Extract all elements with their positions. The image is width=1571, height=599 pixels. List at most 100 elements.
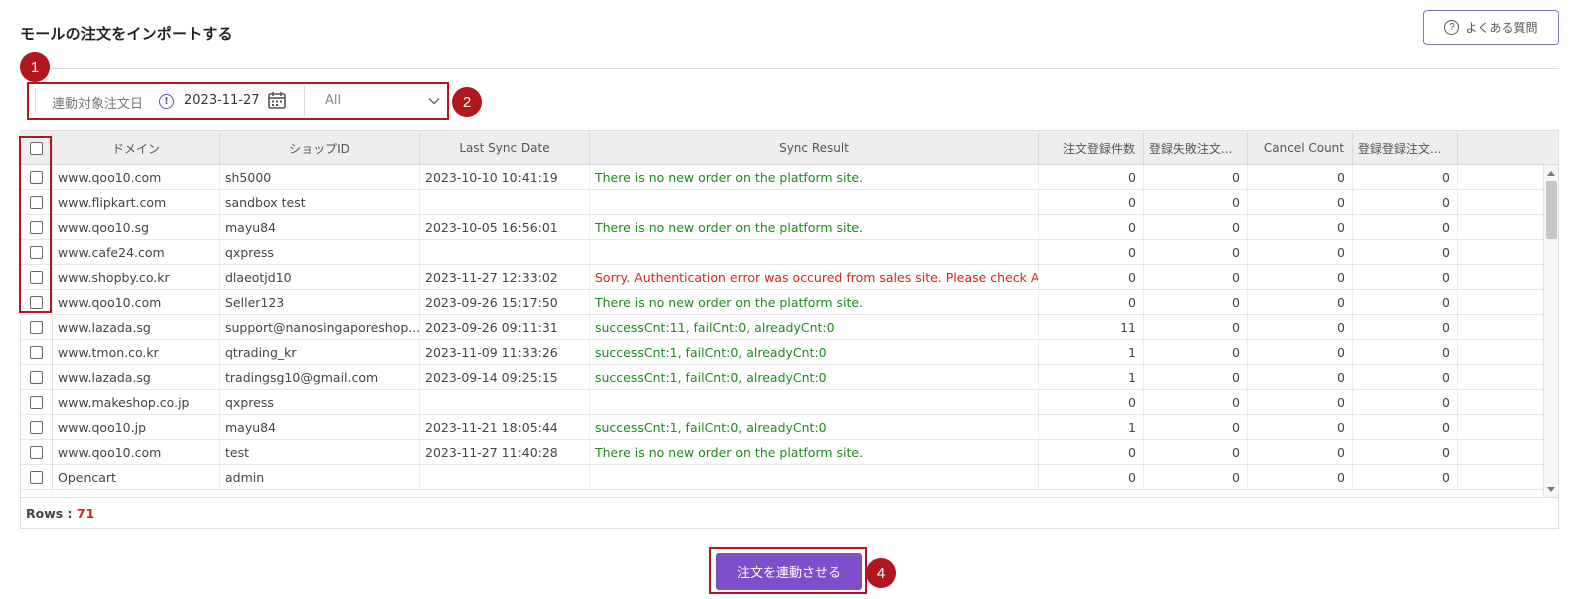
row-checkbox[interactable] [30,446,43,459]
cell-failed-count: 0 [1144,240,1248,265]
row-checkbox[interactable] [30,371,43,384]
row-checkbox[interactable] [30,321,43,334]
calendar-icon[interactable] [267,90,287,110]
cell-last-sync-date: 2023-10-05 16:56:01 [420,215,590,240]
cell-sync-result: successCnt:1, failCnt:0, alreadyCnt:0 [590,340,1039,365]
col-registered-orders[interactable]: 登録登録注文... [1353,131,1458,165]
cell-failed-count: 0 [1144,215,1248,240]
cell-cancel-count: 0 [1248,440,1353,465]
cell-registered-count: 0 [1039,265,1144,290]
table-row[interactable]: www.qoo10.com Seller123 2023-09-26 15:17:5… [21,290,1543,315]
table-row[interactable]: www.tmon.co.kr qtrading_kr 2023-11-09 11:3… [21,340,1543,365]
row-checkbox[interactable] [30,346,43,359]
col-failed-count[interactable]: 登録失敗注文... [1144,131,1248,165]
table-row[interactable]: www.qoo10.jp mayu84 2023-11-21 18:05:44 suc… [21,415,1543,440]
cell-sync-result [590,390,1039,415]
cell-domain: www.tmon.co.kr [53,340,220,365]
rows-label: Rows : 71 [26,506,94,521]
cell-shop-id: dlaeotjd10 [220,265,420,290]
row-checkbox-cell [21,440,53,465]
cell-cancel-count: 0 [1248,340,1353,365]
cell-domain: www.lazada.sg [53,315,220,340]
date-filter-label: 連動対象注文日 [52,97,144,112]
cell-last-sync-date: 2023-11-27 11:40:28 [420,440,590,465]
cell-cancel-count: 0 [1248,265,1353,290]
cell-last-sync-date: 2023-09-14 09:25:15 [420,365,590,390]
table-row[interactable]: www.qoo10.com sh5000 2023-10-10 10:41:19 Th… [21,165,1543,190]
step-badge-1: 1 [20,52,50,82]
col-registered-count[interactable]: 注文登録件数 [1039,131,1144,165]
cell-last-sync-date: 2023-10-10 10:41:19 [420,165,590,190]
order-sync-table: ドメイン ショップID Last Sync Date Sync Result 注… [20,130,1559,498]
table-row[interactable]: www.qoo10.com test 2023-11-27 11:40:28 Ther… [21,440,1543,465]
row-checkbox-cell [21,390,53,415]
sync-orders-button[interactable]: 注文を連動させる [716,553,862,590]
cell-failed-count: 0 [1144,315,1248,340]
cell-domain: www.shopby.co.kr [53,265,220,290]
rows-label-text: Rows : [26,506,77,521]
row-checkbox[interactable] [30,396,43,409]
cell-registered-orders: 0 [1353,215,1458,240]
cell-domain: www.flipkart.com [53,190,220,215]
col-sync-result[interactable]: Sync Result [590,131,1039,165]
cell-failed-count: 0 [1144,440,1248,465]
cell-domain: www.cafe24.com [53,240,220,265]
cell-cancel-count: 0 [1248,165,1353,190]
scroll-down-icon[interactable] [1547,487,1555,492]
table-row[interactable]: www.cafe24.com qxpress 0 0 0 0 [21,240,1543,265]
row-checkbox[interactable] [30,421,43,434]
cell-registered-orders: 0 [1353,440,1458,465]
table-header: ドメイン ショップID Last Sync Date Sync Result 注… [21,131,1558,165]
table-row[interactable]: www.shopby.co.kr dlaeotjd10 2023-11-27 12:… [21,265,1543,290]
cell-sync-result [590,465,1039,490]
row-checkbox-cell [21,465,53,490]
table-scrollbar[interactable] [1543,165,1558,497]
page-title: モールの注文をインポートする [20,25,233,43]
cell-sync-result [590,240,1039,265]
row-checkbox-cell [21,415,53,440]
faq-button[interactable]: ? よくある質問 [1423,10,1559,45]
step-badge-2: 2 [452,87,482,117]
row-checkbox[interactable] [30,471,43,484]
cell-registered-orders: 0 [1353,165,1458,190]
cell-registered-orders: 0 [1353,290,1458,315]
row-checkbox-cell [21,315,53,340]
table-row[interactable]: www.lazada.sg tradingsg10@gmail.com 2023-0… [21,365,1543,390]
table-row[interactable]: www.makeshop.co.jp qxpress 0 0 0 0 [21,390,1543,415]
checkbox-highlight [19,136,52,313]
cell-registered-count: 0 [1039,215,1144,240]
chevron-down-icon[interactable] [427,94,441,108]
info-icon[interactable]: ! [159,94,174,109]
col-shop-id[interactable]: ショップID [220,131,420,165]
scroll-thumb[interactable] [1546,181,1557,239]
scroll-up-icon[interactable] [1547,171,1555,176]
cell-shop-id: support@nanosingaporeshop.... [220,315,420,340]
cell-registered-orders: 0 [1353,390,1458,415]
col-cancel-count[interactable]: Cancel Count [1248,131,1353,165]
cell-sync-result: successCnt:11, failCnt:0, alreadyCnt:0 [590,315,1039,340]
mall-select[interactable]: All [325,93,341,108]
step-badge-4: 4 [866,558,896,588]
cell-shop-id: test [220,440,420,465]
cell-shop-id: Seller123 [220,290,420,315]
cell-domain: www.qoo10.com [53,440,220,465]
cell-registered-orders: 0 [1353,415,1458,440]
cell-cancel-count: 0 [1248,240,1353,265]
col-domain[interactable]: ドメイン [53,131,220,165]
col-last-sync-date[interactable]: Last Sync Date [420,131,590,165]
table-row[interactable]: www.qoo10.sg mayu84 2023-10-05 16:56:01 The… [21,215,1543,240]
table-row[interactable]: www.flipkart.com sandbox test 0 0 0 0 [21,190,1543,215]
cell-registered-count: 0 [1039,440,1144,465]
date-input[interactable]: 2023-11-27 [184,93,260,108]
cell-shop-id: sandbox test [220,190,420,215]
cell-registered-count: 0 [1039,465,1144,490]
table-row[interactable]: www.lazada.sg support@nanosingaporeshop..… [21,315,1543,340]
cell-sync-result: There is no new order on the platform si… [590,165,1039,190]
filter-separator [304,86,305,116]
table-row[interactable]: Opencart admin 0 0 0 0 [21,465,1543,490]
cell-sync-result: successCnt:1, failCnt:0, alreadyCnt:0 [590,415,1039,440]
row-checkbox-cell [21,365,53,390]
cell-shop-id: qtrading_kr [220,340,420,365]
cell-registered-orders: 0 [1353,190,1458,215]
cell-failed-count: 0 [1144,165,1248,190]
